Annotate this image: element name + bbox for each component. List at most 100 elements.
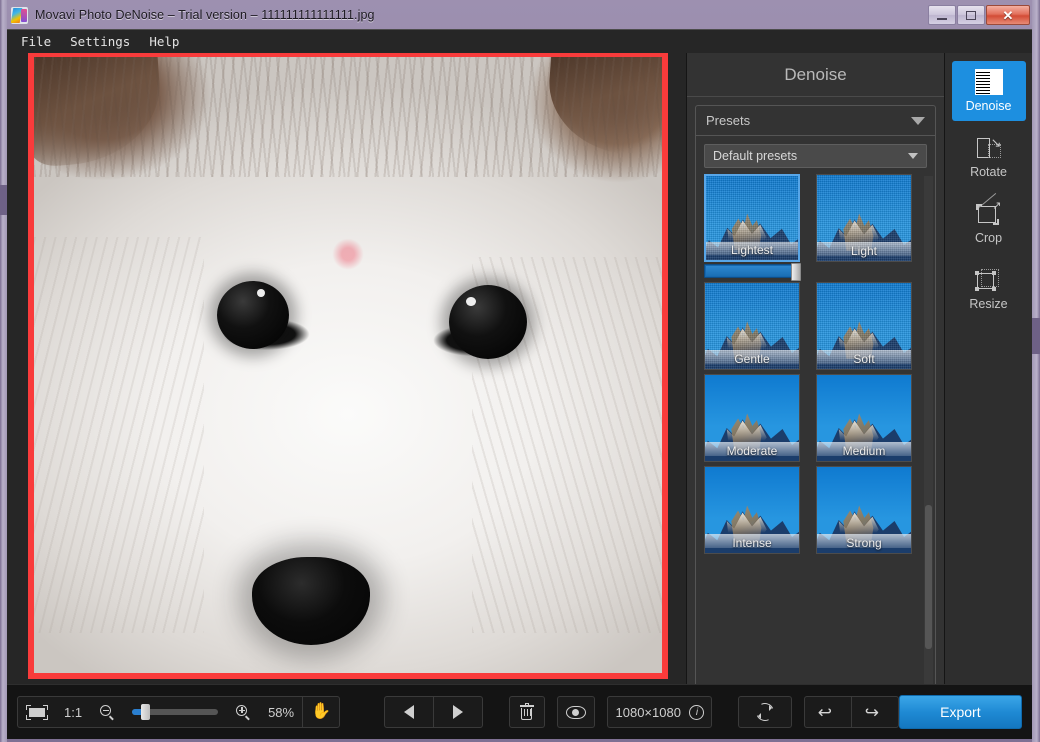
title-bar[interactable]: Movavi Photo DeNoise – Trial version – 1… <box>7 2 1032 28</box>
preset-label: Moderate <box>726 444 778 458</box>
preset-item-strong[interactable]: Strong <box>816 466 912 554</box>
window-controls: ✕ <box>927 5 1032 25</box>
image-dimensions-label: 1080×1080 <box>615 704 681 720</box>
previous-image-button[interactable] <box>385 697 433 727</box>
tool-label: Rotate <box>970 165 1007 179</box>
resize-icon <box>974 267 1003 293</box>
main-body: Denoise Presets Default presets Lightest… <box>7 53 1032 739</box>
dimensions-group: 1080×1080 i <box>606 696 712 728</box>
history-group: ↩ ↪ <box>803 696 899 728</box>
image-canvas[interactable] <box>7 53 686 739</box>
preset-label: Lightest <box>730 243 774 257</box>
zoom-in-button[interactable] <box>226 697 260 727</box>
presets-header[interactable]: Presets <box>696 106 935 136</box>
window-left-border <box>0 0 7 742</box>
presets-scrollbar[interactable] <box>924 176 933 690</box>
next-image-button[interactable] <box>434 697 482 727</box>
tool-label: Denoise <box>965 99 1012 113</box>
preset-group-row: Default presets <box>696 136 935 174</box>
preset-thumbnail: Intense <box>704 466 800 554</box>
tool-denoise[interactable]: Denoise <box>951 61 1026 121</box>
presets-section: Presets Default presets Lightest Light G… <box>695 105 936 693</box>
fur-texture-left <box>34 237 204 633</box>
zoom-slider-handle[interactable] <box>140 704 150 720</box>
preset-strength-slider[interactable] <box>704 263 801 281</box>
dog-nose <box>252 557 370 645</box>
fit-to-screen-button[interactable] <box>18 697 56 727</box>
undo-icon: ↩ <box>817 703 832 722</box>
redo-button[interactable]: ↪ <box>852 697 898 727</box>
compare-button[interactable] <box>558 697 594 727</box>
preset-list-scroll[interactable]: Lightest Light Gentle Soft Moderate Medi… <box>696 174 935 692</box>
preset-item-moderate[interactable]: Moderate <box>704 374 800 462</box>
menu-help[interactable]: Help <box>145 32 188 52</box>
preset-item-light[interactable]: Light <box>816 174 912 278</box>
window-left-border-mark <box>0 185 7 215</box>
navigation-group <box>383 696 483 728</box>
chevron-down-icon[interactable] <box>911 116 925 125</box>
zoom-out-icon <box>100 705 114 721</box>
crop-icon: ↗ <box>975 192 1003 227</box>
zoom-out-button[interactable] <box>90 697 124 727</box>
previous-image-icon <box>403 705 414 719</box>
menu-bar: File Settings Help <box>7 29 1032 53</box>
preset-item-medium[interactable]: Medium <box>816 374 912 462</box>
preset-label: Strong <box>846 536 882 550</box>
preset-item-gentle[interactable]: Gentle <box>704 282 800 370</box>
image-info-button[interactable]: i <box>689 697 711 727</box>
tool-sidebar: Denoise ↘ Rotate ↗ Crop Resize <box>944 53 1032 739</box>
window-right-border <box>1032 0 1040 742</box>
reset-icon <box>753 700 777 724</box>
preset-group-dropdown[interactable]: Default presets <box>704 144 927 168</box>
dog-eye-left <box>217 281 289 349</box>
undo-button[interactable]: ↩ <box>805 697 851 727</box>
preset-group-label: Default presets <box>713 149 798 163</box>
window-title: Movavi Photo DeNoise – Trial version – 1… <box>35 8 375 22</box>
menu-file[interactable]: File <box>17 32 60 52</box>
preset-label: Intense <box>732 536 772 550</box>
maximize-button[interactable] <box>957 5 985 25</box>
tool-label: Crop <box>974 231 1003 245</box>
close-button[interactable]: ✕ <box>986 5 1030 25</box>
window-right-border-mark <box>1032 318 1040 354</box>
tool-crop[interactable]: ↗ Crop <box>952 192 1026 253</box>
zoom-controls-group: 1:1 58% ✋ <box>17 696 341 728</box>
delete-group <box>508 696 545 728</box>
close-icon: ✕ <box>1002 7 1014 23</box>
preset-label: Medium <box>842 444 886 458</box>
application-window: Movavi Photo DeNoise – Trial version – 1… <box>0 0 1040 742</box>
reset-button[interactable] <box>739 697 791 727</box>
fit-to-screen-icon <box>26 704 48 720</box>
dog-eye-right <box>449 285 527 359</box>
preset-label: Soft <box>853 352 875 366</box>
preset-item-lightest[interactable]: Lightest <box>704 174 801 281</box>
minimize-icon <box>937 17 947 20</box>
denoise-side-panel: Denoise Presets Default presets Lightest… <box>686 53 944 739</box>
denoise-icon <box>974 69 1003 95</box>
delete-button[interactable] <box>510 697 544 727</box>
eye-compare-icon <box>565 705 586 719</box>
photo-selection-frame[interactable] <box>28 53 668 679</box>
hand-pan-icon: ✋ <box>311 703 332 720</box>
preset-item-intense[interactable]: Intense <box>704 466 800 554</box>
preset-thumbnail: Soft <box>816 282 912 370</box>
photo-image <box>34 57 662 673</box>
compare-group <box>556 696 595 728</box>
rotate-icon: ↘ <box>975 135 1003 161</box>
menu-settings[interactable]: Settings <box>66 32 139 52</box>
tool-rotate[interactable]: ↘ Rotate <box>952 127 1026 187</box>
zoom-in-icon <box>236 705 250 721</box>
preset-item-soft[interactable]: Soft <box>816 282 912 370</box>
preset-thumbnail: Medium <box>816 374 912 462</box>
minimize-button[interactable] <box>928 5 956 25</box>
pan-tool-button[interactable]: ✋ <box>303 697 339 727</box>
preset-thumbnail: Lightest <box>704 174 800 262</box>
slider-handle[interactable] <box>791 263 801 281</box>
movavi-logo-icon <box>11 6 28 24</box>
presets-scrollbar-thumb[interactable] <box>925 504 932 649</box>
fur-texture-top <box>34 57 662 177</box>
tool-resize[interactable]: Resize <box>952 259 1026 319</box>
zoom-slider[interactable] <box>132 704 219 720</box>
export-button[interactable]: Export <box>898 695 1023 729</box>
actual-size-button[interactable]: 1:1 <box>56 697 90 727</box>
